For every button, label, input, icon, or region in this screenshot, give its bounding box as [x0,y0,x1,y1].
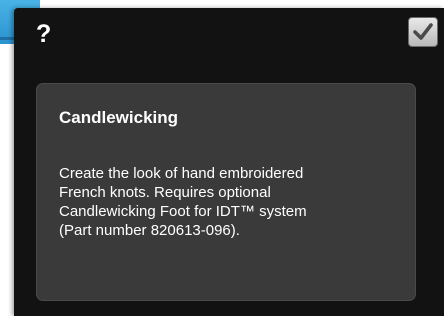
help-question-mark: ? [36,20,52,48]
checkmark-icon [413,23,433,40]
confirm-button[interactable] [408,17,438,47]
help-dialog: ? Candlewicking Create the look of hand … [14,8,444,316]
info-panel: Candlewicking Create the look of hand em… [36,83,416,301]
stitch-description: Create the look of hand embroidered Fren… [59,165,307,239]
stitch-title: Candlewicking [59,108,179,127]
screen: ? Candlewicking Create the look of hand … [0,0,444,316]
